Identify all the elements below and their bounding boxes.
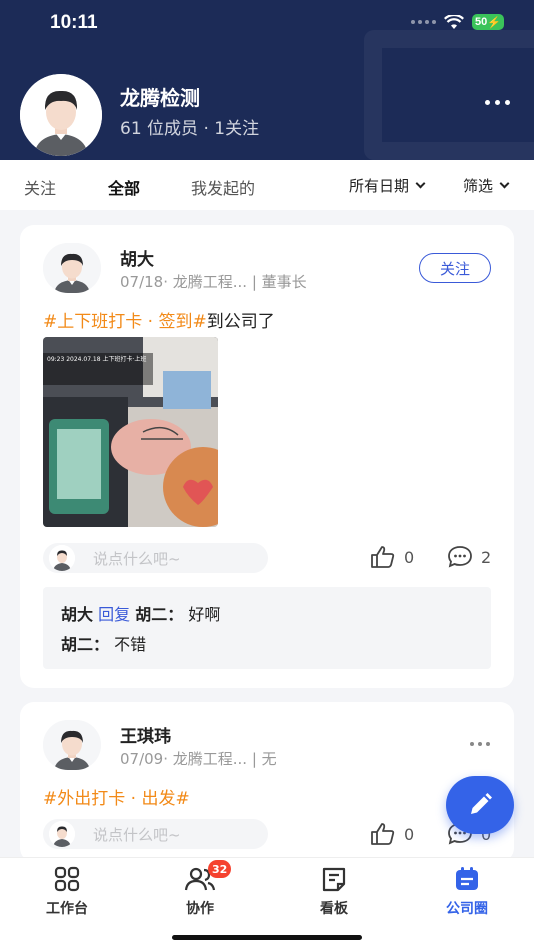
nav-company-circle[interactable]: 公司圈 xyxy=(427,864,507,918)
group-meta: 61 位成员 · 1关注 xyxy=(120,119,260,139)
chevron-down-icon xyxy=(499,178,510,189)
thumbs-up-icon xyxy=(371,823,395,845)
nav-workbench[interactable]: 工作台 xyxy=(27,864,107,918)
group-avatar[interactable] xyxy=(20,74,102,156)
reply-target: 胡二： xyxy=(135,605,184,624)
nav-label: 协作 xyxy=(186,901,214,917)
more-options-icon[interactable] xyxy=(485,100,510,105)
signal-icon xyxy=(411,20,436,24)
post-more-icon[interactable] xyxy=(470,742,490,746)
comment-input[interactable]: 说点什么吧~ xyxy=(43,819,268,849)
wifi-icon xyxy=(444,14,464,29)
status-icons: 50 ⚡ xyxy=(411,14,504,30)
post-topic-tag[interactable]: #外出打卡 · 出发# xyxy=(43,789,190,809)
user-avatar[interactable] xyxy=(43,720,101,770)
comment-item[interactable]: 胡大 回复 胡二： 好啊 xyxy=(61,601,220,625)
date-dropdown[interactable]: 所有日期 xyxy=(349,175,426,196)
comment-text: 不错 xyxy=(114,635,147,654)
grid-icon xyxy=(27,864,107,894)
comment-author: 胡二： xyxy=(61,635,110,654)
comment-count: 2 xyxy=(481,547,492,567)
comment-button[interactable]: 2 xyxy=(447,545,491,569)
post-author-name[interactable]: 胡大 xyxy=(120,245,154,270)
post-card: 胡大 07/18· 龙腾工程... | 董事长 关注 #上下班打卡 · 签到#到… xyxy=(20,225,514,688)
header-watermark xyxy=(364,30,534,160)
group-header: 10:11 50 ⚡ 龙腾检测 61 位成员 · 1关注 xyxy=(0,0,534,160)
calendar-icon xyxy=(427,864,507,894)
home-indicator xyxy=(172,935,362,940)
status-time: 10:11 xyxy=(50,12,98,33)
pencil-icon xyxy=(471,793,492,814)
notification-badge: 32 xyxy=(208,860,232,878)
photo-timestamp: 09:23 2024.07.18 上下班打卡·上班 xyxy=(47,355,146,363)
tab-mine[interactable]: 我发起的 xyxy=(191,175,255,199)
comment-placeholder: 说点什么吧~ xyxy=(93,826,181,844)
group-name: 龙腾检测 xyxy=(120,86,200,110)
like-button[interactable]: 0 xyxy=(370,545,414,569)
comment-thread: 胡大 回复 胡二： 好啊 胡二： 不错 xyxy=(43,587,491,669)
people-icon: 32 xyxy=(160,860,240,894)
compose-post-button[interactable] xyxy=(446,776,514,834)
filter-dropdown-label: 筛选 xyxy=(463,177,494,195)
comment-item[interactable]: 胡二： 不错 xyxy=(61,631,146,655)
post-photo[interactable]: 09:23 2024.07.18 上下班打卡·上班 xyxy=(43,337,218,527)
post-author-name[interactable]: 王琪玮 xyxy=(120,722,171,747)
nav-collaboration[interactable]: 32 协作 xyxy=(160,860,240,918)
post-content: #上下班打卡 · 签到#到公司了 xyxy=(43,307,275,332)
post-body-text: 到公司了 xyxy=(206,312,275,332)
chevron-down-icon xyxy=(415,178,426,189)
comment-author: 胡大 xyxy=(61,605,94,624)
like-count: 0 xyxy=(404,547,415,567)
status-bar: 10:11 50 ⚡ xyxy=(0,0,534,48)
tab-all[interactable]: 全部 xyxy=(108,175,140,199)
like-count: 0 xyxy=(404,824,415,844)
user-avatar[interactable] xyxy=(43,243,101,293)
tab-following[interactable]: 关注 xyxy=(24,175,56,199)
battery-icon: 50 ⚡ xyxy=(472,14,504,30)
filter-dropdown[interactable]: 筛选 xyxy=(463,175,510,196)
post-card: 王琪玮 07/09· 龙腾工程... | 无 #外出打卡 · 出发# 说点什么吧… xyxy=(20,702,514,862)
date-dropdown-label: 所有日期 xyxy=(349,177,410,195)
comment-input[interactable]: 说点什么吧~ xyxy=(43,543,268,573)
follow-button[interactable]: 关注 xyxy=(419,253,491,283)
comment-placeholder: 说点什么吧~ xyxy=(93,550,181,568)
comment-text: 好啊 xyxy=(188,605,221,624)
filter-tabbar: 关注 全部 我发起的 所有日期 筛选 xyxy=(0,160,534,210)
comment-bubble-icon xyxy=(448,546,472,568)
post-content: #外出打卡 · 出发# xyxy=(43,784,190,809)
board-icon xyxy=(294,864,374,894)
post-meta: 07/09· 龙腾工程... | 无 xyxy=(120,750,277,768)
nav-label: 公司圈 xyxy=(446,901,488,917)
reply-label: 回复 xyxy=(98,605,131,624)
post-meta: 07/18· 龙腾工程... | 董事长 xyxy=(120,273,307,291)
post-topic-tag[interactable]: #上下班打卡 · 签到# xyxy=(43,312,207,332)
nav-board[interactable]: 看板 xyxy=(294,864,374,918)
current-user-avatar xyxy=(49,821,75,847)
nav-label: 工作台 xyxy=(46,901,88,917)
like-button[interactable]: 0 xyxy=(370,822,414,846)
current-user-avatar xyxy=(49,545,75,571)
thumbs-up-icon xyxy=(371,546,395,568)
nav-label: 看板 xyxy=(320,901,348,917)
